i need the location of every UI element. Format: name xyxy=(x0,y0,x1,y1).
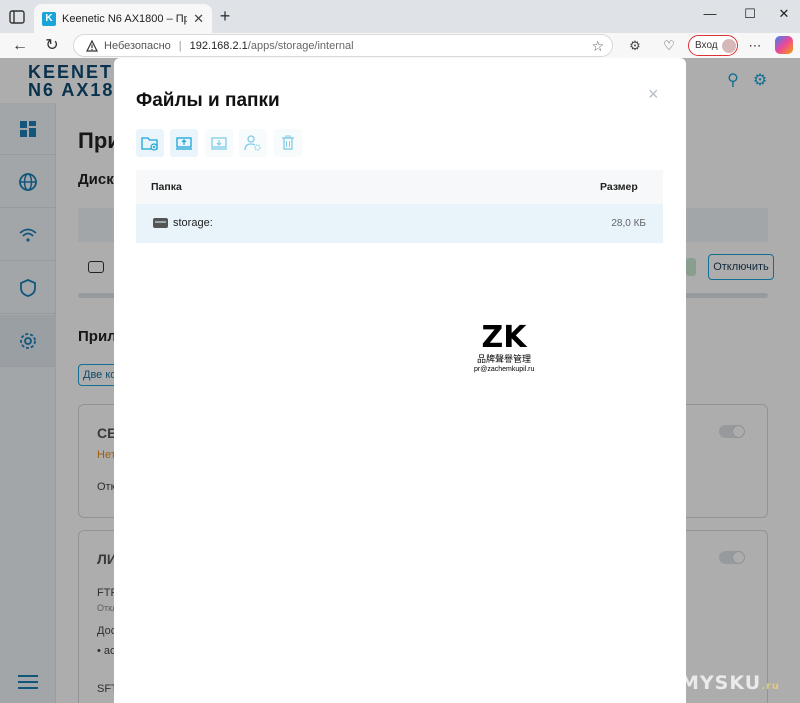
column-header-folder[interactable]: Папка xyxy=(151,181,182,193)
address-host: 192.168.2.1 xyxy=(189,39,248,52)
warning-icon[interactable] xyxy=(86,39,98,52)
extensions-icon[interactable]: ⚙ xyxy=(626,37,644,55)
tab-actions-icon[interactable] xyxy=(8,8,26,26)
zk-watermark: ZK 品牌聲譽管理 pr@zachemkupil.ru xyxy=(474,322,534,374)
browser-tab[interactable]: K Keenetic N6 AX1800 – Приложения ✕ xyxy=(34,4,212,33)
drive-icon xyxy=(153,218,168,228)
trash-icon xyxy=(282,135,294,150)
address-path: /apps/storage/internal xyxy=(247,39,354,52)
browser-tab-strip: K Keenetic N6 AX1800 – Приложения ✕ + — … xyxy=(0,0,800,33)
back-icon[interactable]: ← xyxy=(10,36,30,56)
new-folder-button[interactable] xyxy=(136,129,164,157)
copilot-icon[interactable] xyxy=(775,36,793,54)
close-window-button[interactable]: ✕ xyxy=(774,6,794,22)
mysku-main: MYSKU xyxy=(680,672,762,694)
upload-icon xyxy=(176,137,192,150)
permissions-button[interactable] xyxy=(239,129,267,157)
tab-title: Keenetic N6 AX1800 – Приложения xyxy=(62,12,188,25)
keenetic-favicon-icon: K xyxy=(42,11,56,26)
maximize-button[interactable]: ☐ xyxy=(740,6,760,22)
login-label: Вход xyxy=(695,40,718,51)
address-bar[interactable]: Небезопасно | 192.168.2.1 /apps/storage/… xyxy=(73,34,613,57)
watermark-email: pr@zachemkupil.ru xyxy=(474,366,535,373)
insecure-label: Небезопасно xyxy=(104,39,171,52)
column-header-size[interactable]: Размер xyxy=(600,181,638,193)
mysku-tld: .ru xyxy=(761,681,781,692)
profile-login-button[interactable]: Вход xyxy=(688,35,738,56)
table-header: Папка Размер xyxy=(136,170,663,204)
files-table: Папка Размер storage: 28,0 КБ xyxy=(136,170,663,243)
new-tab-button[interactable]: + xyxy=(216,7,234,25)
minimize-button[interactable]: — xyxy=(700,6,720,21)
browser-essentials-icon[interactable]: ♡ xyxy=(660,37,678,55)
tab-close-icon[interactable]: ✕ xyxy=(193,11,204,27)
download-icon xyxy=(211,137,227,150)
files-folders-dialog: Файлы и папки × Папка Размер storage: 28… xyxy=(114,58,686,703)
favorite-star-icon[interactable]: ☆ xyxy=(591,38,604,55)
folder-add-icon xyxy=(141,137,158,151)
dialog-title: Файлы и папки xyxy=(136,90,280,111)
close-icon[interactable]: × xyxy=(648,84,659,105)
avatar xyxy=(721,38,736,53)
download-button[interactable] xyxy=(205,129,233,157)
user-settings-icon xyxy=(244,135,261,151)
row-name: storage: xyxy=(173,217,213,229)
row-size: 28,0 КБ xyxy=(611,218,646,229)
mysku-watermark: MYSKU.ru xyxy=(680,672,780,694)
watermark-logo: ZK xyxy=(481,320,527,355)
table-row[interactable]: storage: 28,0 КБ xyxy=(136,204,663,243)
delete-button[interactable] xyxy=(274,129,302,157)
upload-button[interactable] xyxy=(170,129,198,157)
more-menu-icon[interactable]: ⋯ xyxy=(746,37,764,55)
reload-icon[interactable]: ↻ xyxy=(42,36,62,56)
address-separator: | xyxy=(178,39,182,52)
watermark-cn-text: 品牌聲譽管理 xyxy=(476,354,531,364)
browser-toolbar: ← ↻ Небезопасно | 192.168.2.1 /apps/stor… xyxy=(0,33,800,58)
